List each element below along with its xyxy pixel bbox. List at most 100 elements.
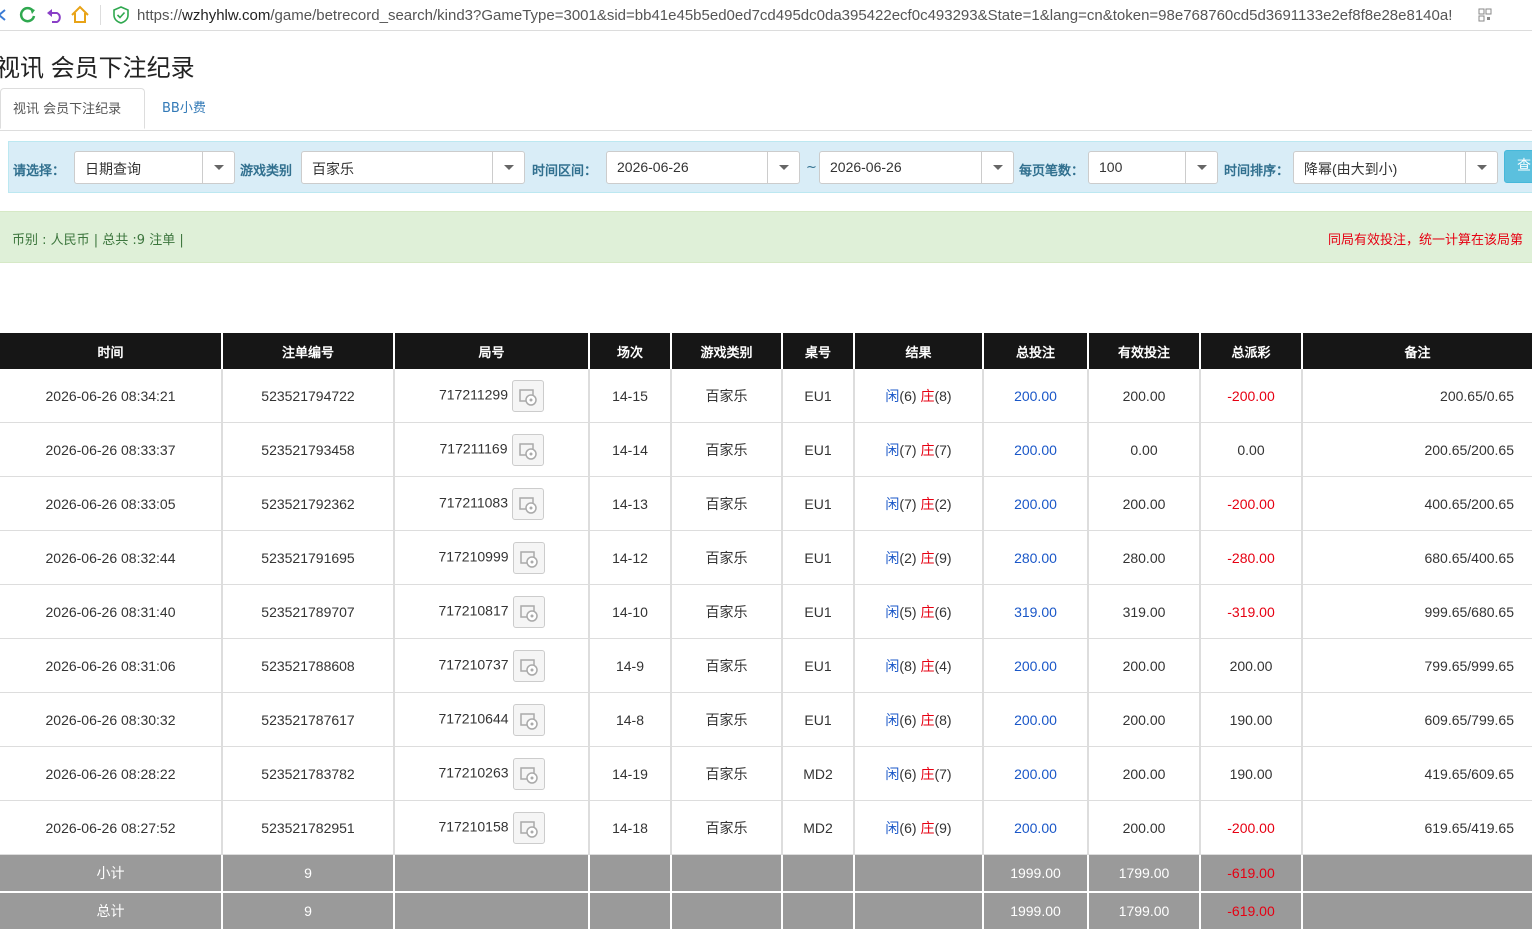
table-row: 2026-06-26 08:27:52 523521782951 717210158…	[0, 800, 1532, 855]
total-bet-cell[interactable]: 280.00	[982, 530, 1088, 585]
tab-bet-record[interactable]: 视讯 会员下注纪录	[0, 88, 145, 129]
result-cell: 闲(5) 庄(6)	[853, 584, 983, 639]
video-replay-icon[interactable]	[512, 811, 545, 844]
note-cell: 200.65/200.65	[1301, 422, 1532, 477]
summary-bar: 币别 : 人民币 | 总共 :9 注单 | 同局有效投注，统一计算在该局第	[0, 211, 1532, 263]
table-number-cell: MD2	[781, 746, 854, 801]
table-number-cell: EU1	[781, 530, 854, 585]
empty-cell	[853, 854, 983, 893]
game-type-value: 百家乐	[312, 161, 354, 177]
game-type-cell: 百家乐	[670, 369, 782, 423]
sort-select[interactable]: 降幂(由大到小)	[1293, 151, 1498, 184]
result-cell: 闲(7) 庄(2)	[853, 476, 983, 531]
total-bet-cell[interactable]: 200.00	[982, 476, 1088, 531]
total-bet-cell[interactable]: 200.00	[982, 746, 1088, 801]
time-cell: 2026-06-26 08:31:06	[0, 638, 222, 693]
undo-icon[interactable]	[44, 5, 64, 25]
round-number: 717210737	[438, 656, 509, 673]
time-range-label: 时间区间：	[532, 164, 598, 179]
tab-bb-tip[interactable]: BB小费	[150, 88, 218, 129]
empty-cell	[1301, 854, 1532, 893]
video-replay-icon[interactable]	[512, 649, 545, 682]
total-bet-cell[interactable]: 200.00	[982, 422, 1088, 477]
table-row: 2026-06-26 08:31:40 523521789707 717210817…	[0, 584, 1532, 639]
subtotal-label: 小计	[0, 854, 222, 893]
payout-cell: -319.00	[1199, 584, 1302, 639]
table-number-cell: EU1	[781, 369, 854, 423]
empty-cell	[781, 892, 854, 931]
player-score: (6)	[899, 819, 917, 836]
player-label: 闲	[885, 603, 900, 620]
player-label: 闲	[885, 495, 900, 512]
round-cell: 717211299	[393, 369, 589, 423]
player-label: 闲	[885, 711, 900, 728]
per-page-value: 100	[1099, 159, 1123, 175]
date-to-select[interactable]: 2026-06-26	[819, 151, 1014, 184]
time-cell: 2026-06-26 08:30:32	[0, 692, 222, 747]
column-header: 总投注	[982, 333, 1088, 369]
total-bet-cell[interactable]: 200.00	[982, 369, 1088, 423]
total-bet-cell[interactable]: 200.00	[982, 800, 1088, 855]
valid-bet-cell: 200.00	[1087, 746, 1200, 801]
player-score: (7)	[899, 441, 917, 458]
refresh-icon[interactable]	[18, 5, 38, 25]
bet-id-cell: 523521793458	[221, 422, 394, 477]
player-score: (7)	[899, 495, 917, 512]
note-cell: 400.65/200.65	[1301, 476, 1532, 531]
table-row: 2026-06-26 08:30:32 523521787617 717210644…	[0, 692, 1532, 747]
per-page-select[interactable]: 100	[1088, 151, 1218, 184]
sort-value: 降幂(由大到小)	[1304, 161, 1398, 177]
note-cell: 609.65/799.65	[1301, 692, 1532, 747]
player-label: 闲	[885, 387, 900, 404]
column-header: 注单编号	[221, 333, 394, 369]
video-replay-icon[interactable]	[512, 487, 545, 520]
result-cell: 闲(6) 庄(7)	[853, 746, 983, 801]
game-type-select[interactable]: 百家乐	[301, 151, 525, 184]
query-type-value: 日期查询	[85, 161, 141, 177]
result-cell: 闲(8) 庄(4)	[853, 638, 983, 693]
grandtotal-payout: -619.00	[1199, 892, 1302, 931]
total-bet-cell[interactable]: 200.00	[982, 638, 1088, 693]
subtotal-valid: 1799.00	[1087, 854, 1200, 893]
back-arrow-icon[interactable]	[0, 5, 12, 25]
bet-id-cell: 523521783782	[221, 746, 394, 801]
table-row: 2026-06-26 08:28:22 523521783782 717210263…	[0, 746, 1532, 801]
empty-cell	[393, 854, 589, 893]
bet-id-cell: 523521794722	[221, 369, 394, 423]
game-type-cell: 百家乐	[670, 692, 782, 747]
date-from-select[interactable]: 2026-06-26	[606, 151, 800, 184]
query-type-select[interactable]: 日期查询	[74, 151, 235, 184]
bet-id-cell: 523521791695	[221, 530, 394, 585]
note-cell: 619.65/419.65	[1301, 800, 1532, 855]
video-replay-icon[interactable]	[511, 433, 544, 466]
total-bet-cell[interactable]: 319.00	[982, 584, 1088, 639]
banker-score: (4)	[934, 657, 952, 674]
round-number: 717211299	[438, 386, 509, 403]
video-replay-icon[interactable]	[512, 703, 545, 736]
empty-cell	[853, 892, 983, 931]
summary-info: 币别 : 人民币 | 总共 :9 注单 |	[12, 233, 184, 248]
payout-cell: -200.00	[1199, 476, 1302, 531]
video-replay-icon[interactable]	[512, 757, 545, 790]
address-bar[interactable]: https://wzhyhlw.com/game/betrecord_searc…	[137, 7, 1467, 24]
chevron-down-icon	[1185, 152, 1217, 183]
payout-cell: -200.00	[1199, 800, 1302, 855]
total-bet-cell[interactable]: 200.00	[982, 692, 1088, 747]
banker-score: (8)	[934, 387, 952, 404]
round-number: 717210817	[438, 602, 509, 619]
round-number: 717211083	[438, 494, 509, 511]
video-replay-icon[interactable]	[512, 541, 545, 574]
video-replay-icon[interactable]	[512, 595, 545, 628]
note-cell: 799.65/999.65	[1301, 638, 1532, 693]
qr-code-icon[interactable]	[1475, 5, 1495, 25]
time-cell: 2026-06-26 08:33:37	[0, 422, 222, 477]
home-icon[interactable]	[70, 5, 90, 25]
round-number: 717210644	[438, 710, 509, 727]
column-header: 游戏类别	[670, 333, 782, 369]
query-button[interactable]: 查询	[1504, 150, 1532, 183]
video-replay-icon[interactable]	[512, 379, 545, 412]
player-score: (6)	[899, 765, 917, 782]
session-cell: 14-19	[588, 746, 671, 801]
grandtotal-valid: 1799.00	[1087, 892, 1200, 931]
game-type-cell: 百家乐	[670, 638, 782, 693]
